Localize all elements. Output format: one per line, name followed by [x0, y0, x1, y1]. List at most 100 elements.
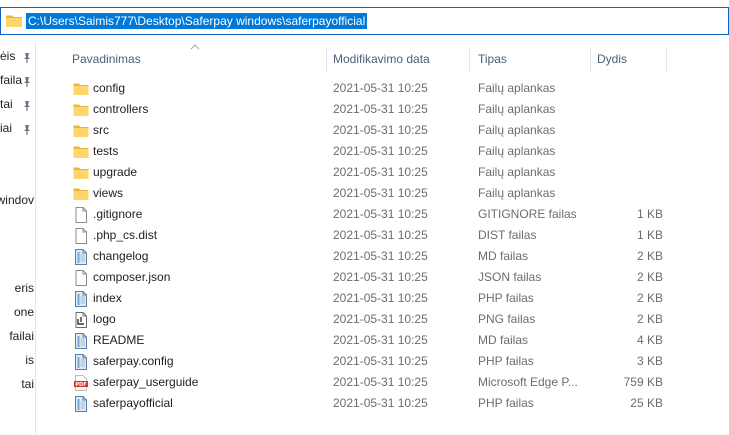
nav-item[interactable]: faila: [0, 70, 35, 90]
column-header-date[interactable]: Modifikavimo data: [323, 48, 469, 70]
nav-item-label: tai: [0, 97, 13, 111]
file-size: 2 KB: [636, 270, 663, 284]
file-date: 2021-05-31 10:25: [333, 354, 428, 368]
file-date: 2021-05-31 10:25: [333, 144, 428, 158]
folder-icon: [73, 186, 89, 202]
pin-icon: [21, 98, 33, 111]
nav-item-label: tai: [21, 377, 34, 391]
file-date: 2021-05-31 10:25: [333, 312, 428, 326]
file-row[interactable]: views 2021-05-31 10:25 Failų aplankas: [36, 183, 729, 204]
pdf-file-icon: PDF: [73, 375, 89, 391]
nav-item-label: failai: [9, 329, 34, 343]
column-header-size[interactable]: Dydis: [587, 48, 667, 70]
column-divider[interactable]: [666, 48, 667, 72]
file-type: MD failas: [478, 249, 529, 263]
nav-item[interactable]: failai: [0, 326, 35, 346]
file-name: .gitignore: [93, 207, 143, 221]
pin-icon: [21, 74, 33, 87]
file-name: src: [93, 123, 109, 137]
file-row[interactable]: src 2021-05-31 10:25 Failų aplankas: [36, 120, 729, 141]
blank-file-icon: [73, 228, 89, 244]
nav-item[interactable]: one: [0, 302, 35, 322]
file-type: Failų aplankas: [478, 81, 556, 95]
file-row[interactable]: config 2021-05-31 10:25 Failų aplankas: [36, 78, 729, 99]
file-row[interactable]: logo 2021-05-31 10:25 PNG failas 2 KB: [36, 309, 729, 330]
file-size: 3 KB: [636, 354, 663, 368]
nav-item[interactable]: tai: [0, 374, 35, 394]
nav-item[interactable]: is: [0, 350, 35, 370]
file-row[interactable]: PDF saferpay_userguide 2021-05-31 10:25 Mic…: [36, 372, 729, 393]
file-row[interactable]: upgrade 2021-05-31 10:25 Failų aplankas: [36, 162, 729, 183]
folder-icon: [6, 15, 22, 27]
file-row[interactable]: .gitignore 2021-05-31 10:25 GITIGNORE fail…: [36, 204, 729, 225]
folder-icon: [73, 102, 89, 118]
file-row[interactable]: controllers 2021-05-31 10:25 Failų aplanka…: [36, 99, 729, 120]
nav-item[interactable]: ėis: [0, 46, 35, 66]
file-row[interactable]: saferpay.config 2021-05-31 10:25 PHP faila…: [36, 351, 729, 372]
file-date: 2021-05-31 10:25: [333, 270, 428, 284]
address-path-input[interactable]: C:\Users\Saimis777\Desktop\Saferpay wind…: [26, 13, 368, 29]
file-type: PHP failas: [478, 396, 534, 410]
file-name: composer.json: [93, 270, 171, 284]
file-type: DIST failas: [478, 228, 537, 242]
file-type: GITIGNORE failas: [478, 207, 577, 221]
file-type: MD failas: [478, 333, 529, 347]
file-size: 1 KB: [636, 207, 663, 221]
file-date: 2021-05-31 10:25: [333, 333, 428, 347]
file-name: README: [93, 333, 145, 347]
nav-item-label: faila: [0, 73, 23, 87]
nav-item-label: ėis: [0, 49, 16, 63]
file-size: 4 KB: [636, 333, 663, 347]
text-file-icon: [73, 333, 89, 349]
folder-icon: [73, 144, 89, 160]
navigation-pane: ieigaėisfailataiiaiwindoverisonefailaiis…: [0, 42, 36, 435]
file-row[interactable]: changelog 2021-05-31 10:25 MD failas 2 KB: [36, 246, 729, 267]
file-row[interactable]: saferpayofficial 2021-05-31 10:25 PHP fail…: [36, 393, 729, 414]
file-name: config: [93, 81, 126, 95]
file-name: views: [93, 186, 124, 200]
file-date: 2021-05-31 10:25: [333, 102, 428, 116]
file-type: Failų aplankas: [478, 186, 556, 200]
file-type: JSON failas: [478, 270, 542, 284]
file-row[interactable]: .php_cs.dist 2021-05-31 10:25 DIST failas 1…: [36, 225, 729, 246]
file-size: 25 KB: [630, 396, 663, 410]
nav-item-label: is: [25, 353, 34, 367]
file-date: 2021-05-31 10:25: [333, 375, 428, 389]
column-header-type[interactable]: Tipas: [468, 48, 590, 70]
address-bar[interactable]: C:\Users\Saimis777\Desktop\Saferpay wind…: [0, 7, 729, 35]
file-row[interactable]: README 2021-05-31 10:25 MD failas 4 KB: [36, 330, 729, 351]
file-date: 2021-05-31 10:25: [333, 228, 428, 242]
file-date: 2021-05-31 10:25: [333, 207, 428, 221]
pin-icon: [21, 50, 33, 63]
file-type: Failų aplankas: [478, 123, 556, 137]
folder-icon: [73, 81, 89, 97]
file-name: index: [93, 291, 122, 305]
nav-item-label: windov: [0, 193, 34, 207]
nav-item[interactable]: tai: [0, 94, 35, 114]
file-date: 2021-05-31 10:25: [333, 396, 428, 410]
text-file-icon: [73, 291, 89, 307]
folder-icon: [73, 165, 89, 181]
file-name: saferpayofficial: [93, 396, 173, 410]
file-name: saferpay_userguide: [93, 375, 199, 389]
blank-file-icon: [73, 270, 89, 286]
file-date: 2021-05-31 10:25: [333, 165, 428, 179]
file-size: 1 KB: [636, 228, 663, 242]
file-row[interactable]: tests 2021-05-31 10:25 Failų aplankas: [36, 141, 729, 162]
file-name: logo: [93, 312, 116, 326]
nav-item[interactable]: iai: [0, 118, 35, 138]
column-header-name[interactable]: Pavadinimas: [62, 48, 330, 70]
text-file-icon: [73, 249, 89, 265]
nav-item[interactable]: eris: [0, 278, 35, 298]
image-file-icon: [73, 312, 89, 328]
file-type: Failų aplankas: [478, 102, 556, 116]
text-file-icon: [73, 354, 89, 370]
file-size: 759 KB: [623, 375, 663, 389]
file-row[interactable]: index 2021-05-31 10:25 PHP failas 2 KB: [36, 288, 729, 309]
file-list: config 2021-05-31 10:25 Failų aplankas cont…: [36, 78, 729, 414]
text-file-icon: [73, 396, 89, 412]
file-type: Microsoft Edge P...: [478, 375, 578, 389]
file-row[interactable]: composer.json 2021-05-31 10:25 JSON failas…: [36, 267, 729, 288]
nav-item[interactable]: windov: [0, 190, 35, 210]
file-type: PNG failas: [478, 312, 536, 326]
